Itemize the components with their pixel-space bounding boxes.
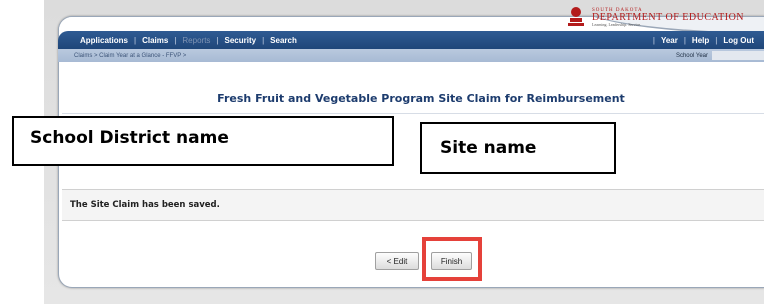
save-confirmation-message: The Site Claim has been saved. [70, 200, 220, 210]
breadcrumb-bar: Claims > Claim Year at a Glance - FFVP >… [58, 49, 764, 62]
school-year-value[interactable] [712, 51, 764, 60]
logo-department: DEPARTMENT OF EDUCATION [592, 11, 745, 23]
state-seal-icon [568, 7, 584, 26]
nav-search[interactable]: Search [264, 36, 303, 45]
main-nav: Applications | Claims | Reports | Securi… [58, 31, 764, 49]
nav-logout[interactable]: Log Out [717, 36, 760, 45]
edit-button[interactable]: < Edit [375, 252, 419, 270]
nav-claims[interactable]: Claims [136, 36, 174, 45]
school-year-label: School Year [675, 52, 708, 59]
nav-applications[interactable]: Applications [74, 36, 134, 45]
logo-tagline: Learning. Leadership. Service. [592, 21, 642, 27]
nav-reports: Reports [182, 35, 211, 45]
department-logo: SOUTH DAKOTA DEPARTMENT OF EDUCATION Lea… [566, 4, 744, 30]
title-divider [62, 113, 764, 114]
school-year-selector[interactable]: School Year [676, 51, 764, 60]
status-message-panel: The Site Claim has been saved. [62, 189, 764, 221]
nav-help[interactable]: Help [686, 36, 715, 45]
school-district-name-overlay: School District name [12, 116, 394, 166]
nav-security[interactable]: Security [219, 36, 263, 45]
finish-highlight-box [422, 237, 482, 281]
site-name-overlay: Site name [420, 122, 616, 174]
page-title: Fresh Fruit and Vegetable Program Site C… [217, 92, 625, 105]
nav-year[interactable]: Year [655, 36, 684, 45]
breadcrumb[interactable]: Claims > Claim Year at a Glance - FFVP > [58, 53, 186, 59]
